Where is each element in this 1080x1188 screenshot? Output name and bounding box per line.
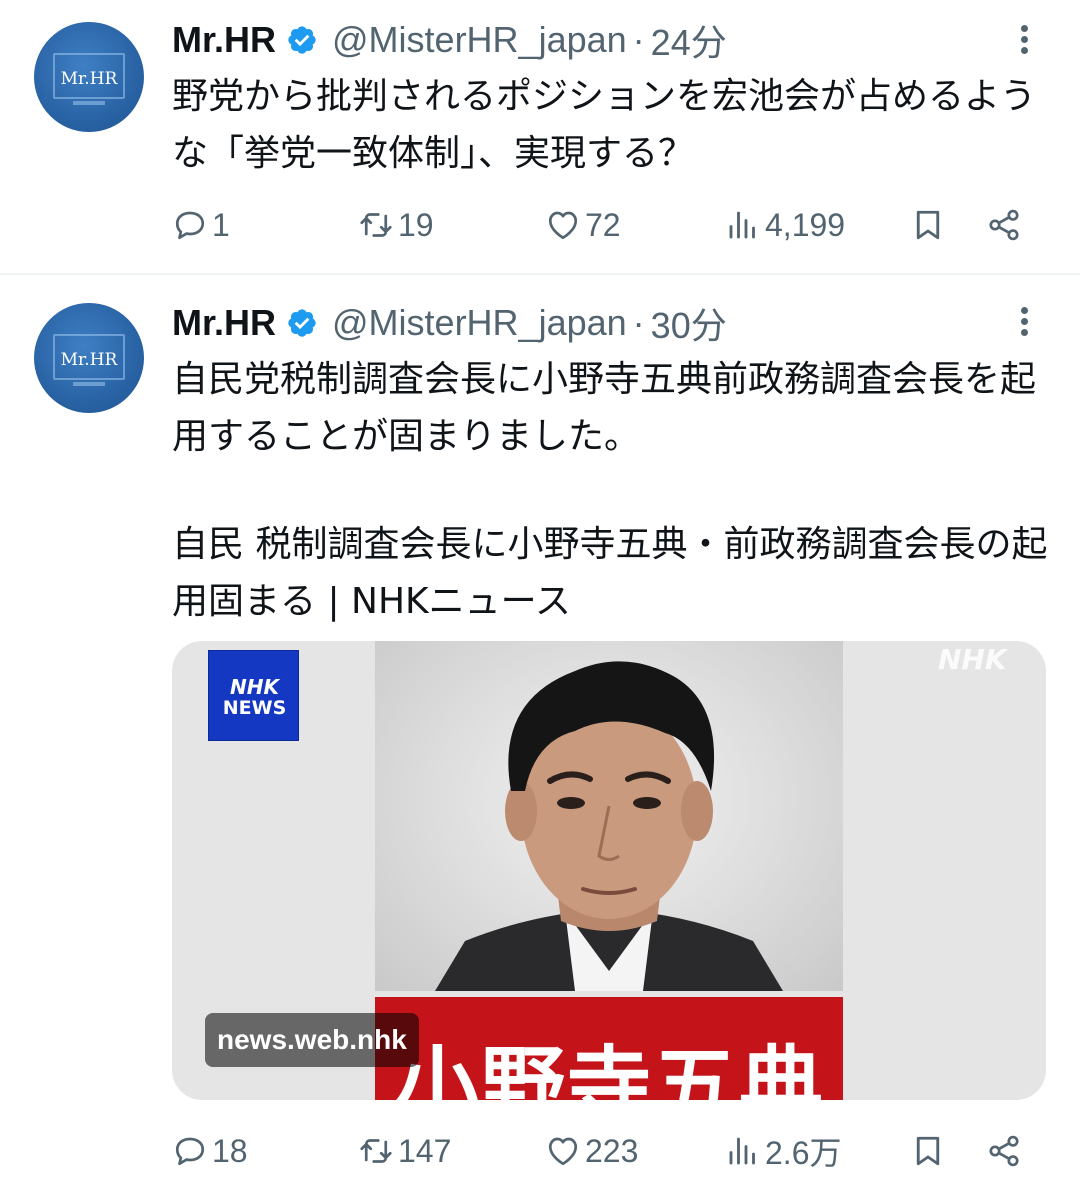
tweet-text: 野党から批判されるポジションを宏池会が占めるような「挙党一致体制」、実現する？ (172, 76, 1037, 174)
avatar-monitor-stand (73, 101, 105, 105)
avatar[interactable]: Mr.HR (34, 303, 144, 413)
bookmark-icon (916, 210, 940, 240)
card-photo (375, 641, 843, 991)
views-button[interactable]: 4,199 (725, 200, 845, 250)
card-domain: news.web.nhk (205, 1013, 419, 1067)
retweet-count: 19 (398, 206, 434, 243)
share-button[interactable] (986, 1126, 1022, 1176)
views-count: 2.6万 (765, 1135, 842, 1171)
like-count: 223 (585, 1132, 639, 1169)
separator-dot: · (632, 302, 645, 343)
reply-icon (175, 1137, 205, 1166)
share-icon (989, 1135, 1019, 1167)
action-bar: 1 19 72 4,199 (0, 200, 1080, 250)
bookmark-button[interactable] (910, 200, 946, 250)
tweet-text: 自民党税制調査会長に小野寺五典前政務調査会長を起用することが固まりました。 (172, 359, 1037, 457)
like-icon (548, 1137, 578, 1166)
tweet-header: Mr.HR @MisterHR_japan · 24分 (172, 18, 727, 63)
portrait-illustration (435, 661, 783, 991)
banner-text: 小野寺五典 (395, 1037, 826, 1100)
reply-icon (175, 211, 205, 240)
bookmark-icon (916, 1136, 940, 1166)
reply-button[interactable]: 1 (172, 200, 230, 250)
action-bar: 18 147 223 2.6万 (0, 1126, 1080, 1176)
link-title[interactable]: 自民 税制調査会長に小野寺五典・前政務調査会長の起用固まる | NHKニュース (172, 516, 1052, 630)
retweet-button[interactable]: 147 (358, 1126, 451, 1176)
verified-badge-icon (288, 309, 316, 337)
nhk-watermark: NHK (938, 643, 1007, 676)
tweet-divider (0, 273, 1080, 275)
retweet-count: 147 (398, 1132, 452, 1169)
avatar-monitor-stand (73, 382, 105, 386)
like-count: 72 (585, 206, 621, 243)
share-button[interactable] (986, 200, 1022, 250)
author-handle[interactable]: @MisterHR_japan (332, 19, 627, 61)
retweet-button[interactable]: 19 (358, 200, 434, 250)
views-button[interactable]: 2.6万 (725, 1126, 842, 1176)
views-count: 4,199 (765, 206, 846, 243)
bookmark-button[interactable] (910, 1126, 946, 1176)
separator-dot: · (632, 19, 645, 60)
tweet-header: Mr.HR @MisterHR_japan · 30分 (172, 301, 727, 346)
tweet[interactable]: Mr.HR Mr.HR @MisterHR_japan · 30分 自民党税制調… (0, 276, 1080, 1188)
link-card[interactable]: NHK NEWS 小野寺五典 NHK news.web.nhk (172, 641, 1046, 1100)
reply-button[interactable]: 18 (172, 1126, 248, 1176)
avatar-label: Mr.HR (60, 69, 118, 89)
like-button[interactable]: 72 (545, 200, 621, 250)
nhk-news-logo: NHK NEWS (208, 650, 299, 741)
more-icon[interactable] (1018, 307, 1030, 343)
name-banner: 小野寺五典 (375, 997, 843, 1100)
like-button[interactable]: 223 (545, 1126, 638, 1176)
avatar-label: Mr.HR (60, 350, 118, 370)
more-icon[interactable] (1018, 25, 1030, 61)
retweet-icon (360, 1139, 392, 1163)
avatar[interactable]: Mr.HR (34, 22, 144, 132)
timestamp[interactable]: 24分 (651, 14, 727, 66)
reply-count: 18 (212, 1132, 248, 1169)
reply-count: 1 (212, 206, 230, 243)
retweet-icon (360, 213, 392, 237)
timestamp[interactable]: 30分 (651, 297, 727, 349)
verified-badge-icon (288, 26, 316, 54)
tweet[interactable]: Mr.HR Mr.HR @MisterHR_japan · 24分 野党から批判… (0, 0, 1080, 274)
author-name[interactable]: Mr.HR (172, 302, 276, 344)
author-handle[interactable]: @MisterHR_japan (332, 302, 627, 344)
like-icon (548, 211, 578, 240)
views-icon (729, 1137, 755, 1165)
share-icon (989, 209, 1019, 241)
author-name[interactable]: Mr.HR (172, 19, 276, 61)
views-icon (729, 211, 755, 239)
